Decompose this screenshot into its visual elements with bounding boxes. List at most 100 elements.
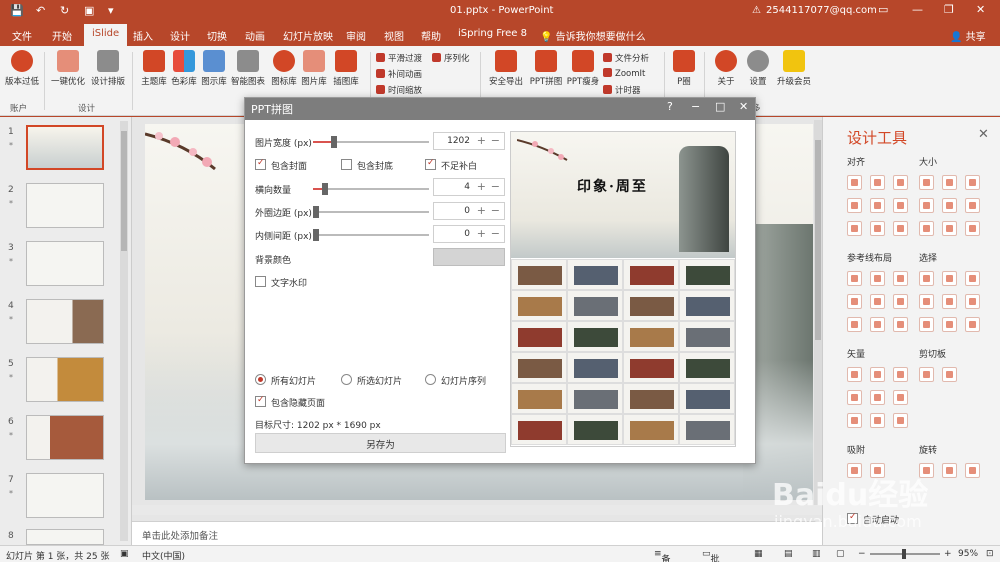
image-width-value[interactable]: 1202 (447, 136, 470, 146)
guide-tool-icon[interactable] (870, 294, 885, 309)
safe-export-button[interactable]: 安全导出 (486, 50, 526, 87)
tab-home[interactable]: 开始 (52, 28, 72, 43)
minus-icon[interactable]: − (491, 227, 500, 240)
minus-icon[interactable]: − (491, 204, 500, 217)
thumbnails-scrollbar[interactable] (120, 121, 128, 541)
customize-quick-access-icon[interactable]: ▾ (108, 4, 114, 17)
ribbon-display-icon[interactable]: ▭ (878, 3, 888, 16)
include-cover-checkbox[interactable] (255, 158, 266, 170)
guide-tool-icon[interactable] (870, 271, 885, 286)
scrollbar-thumb[interactable] (815, 140, 821, 340)
size-tool-icon[interactable] (919, 175, 934, 190)
slide-scrollbar[interactable] (814, 120, 822, 505)
account-email[interactable]: 2544117077@qq.com (766, 5, 877, 16)
settings-button[interactable]: 设置 (738, 50, 778, 87)
tab-review[interactable]: 审阅 (346, 28, 366, 43)
spelling-icon[interactable]: ▣ (120, 549, 129, 559)
tab-islide[interactable]: iSlide (84, 24, 128, 46)
select-tool-icon[interactable] (942, 294, 957, 309)
guide-tool-icon[interactable] (893, 294, 908, 309)
plus-icon[interactable]: + (477, 180, 486, 193)
notes-pane[interactable]: 单击此处添加备注 (132, 521, 822, 545)
align-tool-icon[interactable] (870, 221, 885, 236)
version-button[interactable]: 版本过低 (2, 50, 42, 87)
guide-tool-icon[interactable] (847, 271, 862, 286)
tab-slideshow[interactable]: 幻灯片放映 (283, 28, 333, 43)
align-tool-icon[interactable] (870, 198, 885, 213)
redo-icon[interactable]: ↻ (60, 4, 69, 17)
slide-thumbnail[interactable]: 4 * (6, 299, 118, 349)
slide-thumbnail[interactable]: 8 (6, 529, 118, 545)
inner-spacing-value[interactable]: 0 (464, 229, 470, 239)
background-color-swatch[interactable] (433, 248, 505, 266)
timer-button[interactable]: 计时器 (603, 84, 641, 96)
slide-thumbnail[interactable]: 6 * (6, 415, 118, 465)
guide-tool-icon[interactable] (893, 271, 908, 286)
plus-icon[interactable]: + (477, 134, 486, 147)
smooth-transition-button[interactable]: 平滑过渡 (376, 52, 422, 64)
serialize-button[interactable]: 序列化 (432, 52, 470, 64)
vector-tool-icon[interactable] (870, 367, 885, 382)
scrollbar-thumb[interactable] (121, 131, 127, 251)
zoom-in-icon[interactable]: + (944, 549, 952, 559)
upgrade-member-button[interactable]: 升级会员 (774, 50, 814, 87)
plus-icon[interactable]: + (477, 227, 486, 240)
size-tool-icon[interactable] (965, 175, 980, 190)
illustration-library-button[interactable]: 插图库 (326, 50, 366, 87)
guide-tool-icon[interactable] (847, 294, 862, 309)
slider-knob[interactable] (313, 229, 319, 241)
include-back-checkbox[interactable] (341, 159, 352, 170)
align-tool-icon[interactable] (847, 175, 862, 190)
outer-margin-slider[interactable] (313, 206, 429, 218)
align-tool-icon[interactable] (847, 221, 862, 236)
slide-sorter-icon[interactable]: ▤ (784, 549, 793, 559)
tell-me-search[interactable]: 💡 告诉我你想要做什么 (540, 28, 646, 43)
tab-animations[interactable]: 动画 (245, 28, 265, 43)
slider-knob[interactable] (330, 136, 337, 148)
align-tool-icon[interactable] (893, 198, 908, 213)
tab-view[interactable]: 视图 (384, 28, 404, 43)
smart-chart-button[interactable]: 智能图表 (228, 50, 268, 87)
zoom-out-icon[interactable]: − (858, 549, 866, 559)
tab-transitions[interactable]: 切换 (207, 28, 227, 43)
size-tool-icon[interactable] (919, 221, 934, 236)
comments-toggle[interactable]: ▭ 批注 (702, 549, 720, 562)
undo-icon[interactable]: ↶ (36, 4, 45, 17)
save-as-button[interactable]: 另存为 (255, 433, 506, 453)
zoom-slider[interactable] (870, 549, 940, 559)
guide-tool-icon[interactable] (870, 317, 885, 332)
slider-knob[interactable] (321, 183, 328, 195)
help-icon[interactable]: ? (667, 100, 673, 113)
slide-thumbnail[interactable]: 2 * (6, 183, 118, 233)
minus-icon[interactable]: − (491, 134, 500, 147)
close-icon[interactable]: ✕ (978, 127, 989, 142)
select-tool-icon[interactable] (965, 271, 980, 286)
dialog-close-button[interactable]: ✕ (739, 100, 748, 113)
no-fill-checkbox[interactable] (425, 158, 436, 170)
select-tool-icon[interactable] (919, 317, 934, 332)
vector-tool-icon[interactable] (847, 390, 862, 405)
ppt-puzzle-button[interactable]: PPT拼图 (526, 50, 566, 87)
zoom-level[interactable]: 95% (958, 549, 978, 559)
dialog-maximize-button[interactable]: □ (715, 100, 725, 113)
minus-icon[interactable]: − (491, 180, 500, 193)
columns-slider[interactable] (313, 183, 429, 195)
size-tool-icon[interactable] (942, 175, 957, 190)
slide-thumbnail[interactable]: 7 * (6, 473, 118, 523)
select-tool-icon[interactable] (919, 294, 934, 309)
size-tool-icon[interactable] (965, 221, 980, 236)
align-tool-icon[interactable] (847, 198, 862, 213)
design-layout-button[interactable]: 设计排版 (88, 50, 128, 87)
align-tool-icon[interactable] (893, 221, 908, 236)
columns-value[interactable]: 4 (464, 182, 470, 192)
zoom-slider-knob[interactable] (902, 549, 906, 559)
close-button[interactable]: ✕ (976, 3, 985, 16)
vector-tool-icon[interactable] (893, 367, 908, 382)
one-click-optimize-button[interactable]: 一键优化 (48, 50, 88, 87)
tab-design[interactable]: 设计 (170, 28, 190, 43)
guide-tool-icon[interactable] (893, 317, 908, 332)
slide-thumbnail[interactable]: 5 * (6, 357, 118, 407)
tab-ispring[interactable]: iSpring Free 8 (458, 28, 527, 39)
align-tool-icon[interactable] (870, 175, 885, 190)
slideshow-icon[interactable]: ▢ (836, 549, 845, 559)
